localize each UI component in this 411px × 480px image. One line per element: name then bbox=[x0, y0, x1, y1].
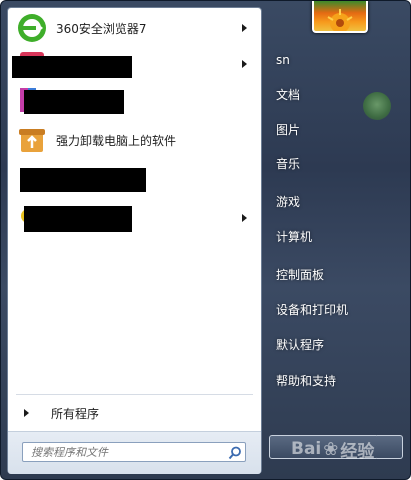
all-programs-button[interactable]: 所有程序 bbox=[12, 400, 257, 426]
link-devices-and-printers[interactable]: 设备和打印机 bbox=[272, 296, 402, 322]
link-default-programs[interactable]: 默认程序 bbox=[272, 331, 402, 357]
start-menu: 360安全浏览器7 强力卸载电脑上的软件 所有程序 搜索程序和文件 sn 文档 … bbox=[0, 0, 411, 480]
shutdown-button[interactable] bbox=[269, 435, 379, 459]
decorative-orb bbox=[363, 92, 391, 120]
user-name-link[interactable]: sn bbox=[272, 47, 402, 73]
search-area bbox=[8, 431, 261, 474]
places-pane: sn 文档 图片 音乐 游戏 计算机 控制面板 设备和打印机 默认程序 帮助和支… bbox=[264, 1, 410, 479]
link-label: 文档 bbox=[276, 87, 301, 102]
link-label: 音乐 bbox=[276, 156, 301, 171]
link-control-panel[interactable]: 控制面板 bbox=[272, 261, 402, 287]
redaction-block bbox=[24, 206, 132, 232]
shutdown-options-button[interactable] bbox=[377, 435, 403, 459]
search-input[interactable] bbox=[22, 442, 246, 462]
redaction-block bbox=[20, 168, 146, 192]
programs-pane: 360安全浏览器7 强力卸载电脑上的软件 所有程序 搜索程序和文件 bbox=[7, 7, 262, 474]
link-music[interactable]: 音乐 bbox=[272, 150, 402, 176]
redaction-block bbox=[12, 56, 132, 78]
submenu-arrow-icon bbox=[242, 214, 247, 222]
link-label: 图片 bbox=[276, 122, 301, 137]
search-icon[interactable] bbox=[228, 445, 242, 460]
360-browser-icon bbox=[16, 12, 48, 44]
program-item-360-browser[interactable]: 360安全浏览器7 bbox=[12, 11, 257, 45]
link-label: 设备和打印机 bbox=[276, 302, 349, 317]
link-help-and-support[interactable]: 帮助和支持 bbox=[272, 367, 402, 393]
link-label: 计算机 bbox=[276, 229, 313, 244]
divider bbox=[16, 394, 253, 395]
link-games[interactable]: 游戏 bbox=[272, 188, 402, 214]
link-pictures[interactable]: 图片 bbox=[272, 116, 402, 142]
program-item-uninstaller[interactable]: 强力卸载电脑上的软件 bbox=[12, 123, 257, 157]
all-programs-label: 所有程序 bbox=[51, 406, 100, 421]
program-label: 强力卸载电脑上的软件 bbox=[56, 133, 177, 148]
link-label: 控制面板 bbox=[276, 267, 325, 282]
program-label: 360安全浏览器7 bbox=[56, 21, 147, 36]
link-computer[interactable]: 计算机 bbox=[272, 223, 402, 249]
submenu-arrow-icon bbox=[242, 60, 247, 68]
user-name-label: sn bbox=[276, 53, 290, 67]
link-label: 默认程序 bbox=[276, 337, 325, 352]
uninstaller-icon bbox=[16, 124, 48, 156]
link-label: 游戏 bbox=[276, 194, 301, 209]
link-label: 帮助和支持 bbox=[276, 373, 337, 388]
redaction-block bbox=[24, 90, 124, 114]
submenu-arrow-icon bbox=[242, 24, 247, 32]
expand-arrow-icon bbox=[24, 409, 29, 417]
